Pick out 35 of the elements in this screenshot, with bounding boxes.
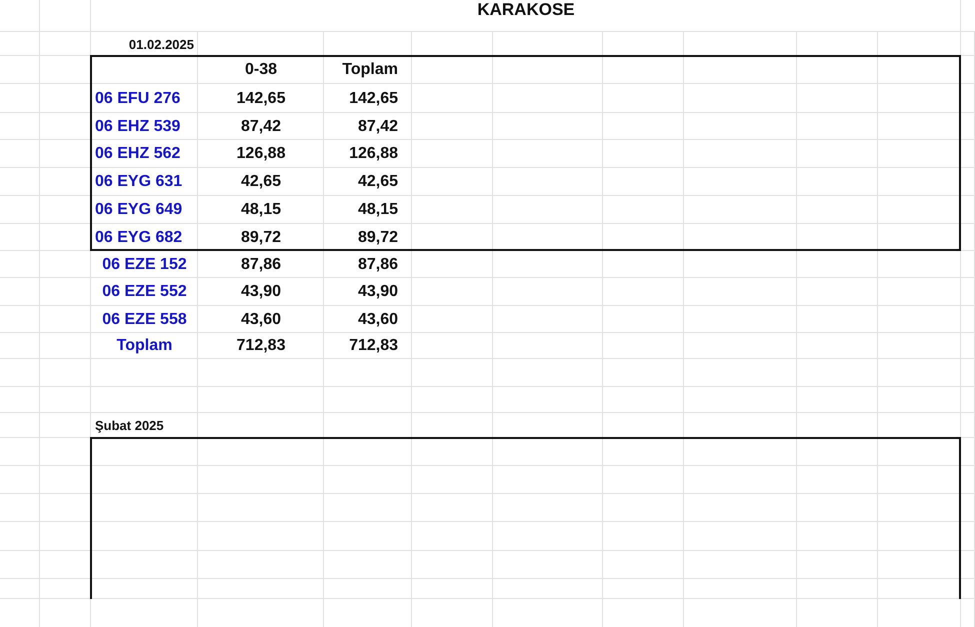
total-cell-text: 712,83 bbox=[236, 336, 286, 356]
plate-cell-text: 06 EZE 152 bbox=[101, 254, 188, 274]
plate-cell-text: 06 EHZ 539 bbox=[94, 116, 182, 136]
value-cell-text: 142,65 bbox=[348, 88, 399, 108]
plate-cell-text: 06 EFU 276 bbox=[94, 88, 182, 108]
value-cell-text: 43,90 bbox=[240, 282, 282, 302]
value-cell-text: 48,15 bbox=[240, 200, 282, 220]
value-cell-text: 43,60 bbox=[356, 310, 399, 330]
value-cell-text: 42,65 bbox=[356, 172, 399, 192]
plate-cell-text: 06 EHZ 562 bbox=[94, 144, 182, 164]
total-label: Toplam bbox=[116, 336, 174, 356]
value-cell-text: 87,42 bbox=[240, 116, 282, 136]
value-cell-text: 42,65 bbox=[240, 172, 282, 192]
plate-cell-text: 06 EYG 649 bbox=[94, 200, 184, 220]
date-cell-text: 01.02.2025 bbox=[128, 36, 195, 54]
value-cell-text: 87,86 bbox=[240, 254, 282, 274]
value-cell-text: 48,15 bbox=[356, 200, 399, 220]
value-cell-text: 89,72 bbox=[240, 228, 282, 248]
plate-cell-text: 06 EZE 558 bbox=[101, 310, 188, 330]
value-cell-text: 43,60 bbox=[240, 310, 282, 330]
column-header: Toplam bbox=[341, 60, 399, 80]
section-title: Şubat 2025 bbox=[94, 417, 165, 435]
value-cell-text: 43,90 bbox=[356, 282, 399, 302]
value-cell-text: 87,86 bbox=[356, 254, 399, 274]
plate-cell-text: 06 EYG 682 bbox=[94, 228, 184, 248]
value-cell-text: 87,42 bbox=[356, 116, 399, 136]
value-cell-text: 89,72 bbox=[356, 228, 399, 248]
value-cell-text: 126,88 bbox=[348, 144, 399, 164]
value-cell-text: 126,88 bbox=[236, 144, 286, 164]
column-header: 0-38 bbox=[244, 60, 278, 80]
value-cell-text: 142,65 bbox=[236, 88, 286, 108]
plate-cell-text: 06 EZE 552 bbox=[101, 282, 188, 302]
plate-cell-text: 06 EYG 631 bbox=[94, 172, 184, 192]
sheet-title: KARAKOSE bbox=[476, 0, 576, 21]
total-cell-text: 712,83 bbox=[348, 336, 399, 356]
